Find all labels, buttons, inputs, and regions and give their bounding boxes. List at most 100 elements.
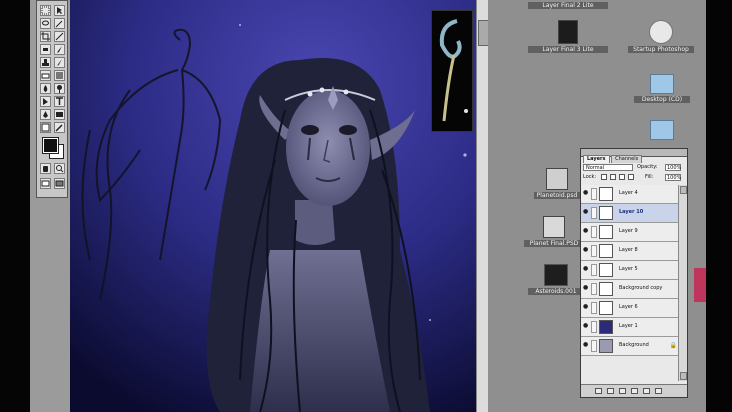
folder-icon xyxy=(650,74,674,94)
layer-name: Layer 9 xyxy=(619,228,638,234)
layer-name: Layer 10 xyxy=(619,209,644,215)
layer-row[interactable]: ● Layer 1 xyxy=(581,318,687,337)
desktop-icon-planetoid[interactable]: Planetoid.psd xyxy=(534,168,580,199)
blend-mode-select[interactable]: Normal xyxy=(583,164,633,171)
scroll-up-arrow-icon[interactable] xyxy=(680,186,687,194)
brush-link-icon[interactable] xyxy=(591,207,597,219)
layer-thumbnail xyxy=(599,282,613,296)
lock-image-checkbox[interactable] xyxy=(610,174,616,180)
document-icon xyxy=(558,20,578,44)
dodge-icon[interactable] xyxy=(54,83,65,94)
zoom-icon[interactable] xyxy=(54,163,65,174)
new-set-icon[interactable] xyxy=(619,388,626,394)
type-icon[interactable] xyxy=(54,96,65,107)
notes-icon[interactable] xyxy=(40,122,51,133)
layer-row[interactable]: ● Layer 9 xyxy=(581,223,687,242)
link-icon[interactable] xyxy=(591,283,597,295)
eye-icon[interactable]: ● xyxy=(583,190,589,196)
link-icon[interactable] xyxy=(591,188,597,200)
layer-style-icon[interactable] xyxy=(595,388,602,394)
layer-row[interactable]: ● Layer 8 xyxy=(581,242,687,261)
magic-wand-icon[interactable] xyxy=(54,18,65,29)
eye-icon[interactable]: ● xyxy=(583,304,589,310)
document-canvas[interactable] xyxy=(70,0,480,412)
desktop-icon-label: Asteroids.001 xyxy=(528,288,584,295)
pen-icon[interactable] xyxy=(40,109,51,120)
screen-border-left xyxy=(0,0,30,412)
quickmask-mode-icon[interactable] xyxy=(54,178,65,189)
artwork-elf-girl xyxy=(70,0,480,412)
desktop-icon-doc-1[interactable]: Layer Final 2 Lite xyxy=(528,0,608,9)
link-icon[interactable] xyxy=(591,264,597,276)
layer-row[interactable]: ● Layer 4 xyxy=(581,185,687,204)
layer-row[interactable]: ● Layer 5 xyxy=(581,261,687,280)
layers-palette: Layers Channels Normal Opacity: 100% Loc… xyxy=(580,148,688,398)
link-icon[interactable] xyxy=(591,340,597,352)
lock-transparency-checkbox[interactable] xyxy=(601,174,607,180)
desktop-icon-asteroids[interactable]: Asteroids.001 xyxy=(528,264,584,295)
layers-scrollbar[interactable] xyxy=(678,185,687,381)
adjustment-layer-icon[interactable] xyxy=(631,388,638,394)
hand-icon[interactable] xyxy=(40,163,51,174)
standard-mode-icon[interactable] xyxy=(40,178,51,189)
stamp-icon[interactable] xyxy=(40,57,51,68)
layer-name: Background copy xyxy=(619,285,663,291)
eye-icon[interactable]: ● xyxy=(583,342,589,348)
link-icon[interactable] xyxy=(591,226,597,238)
layer-options: Normal Opacity: 100% Lock: Fill: 100% xyxy=(583,164,685,184)
lock-all-checkbox[interactable] xyxy=(628,174,634,180)
desktop-icon-label: Startup Photoshop xyxy=(628,46,694,53)
blur-icon[interactable] xyxy=(40,83,51,94)
new-layer-icon[interactable] xyxy=(643,388,650,394)
heal-icon[interactable] xyxy=(40,44,51,55)
fill-field[interactable]: 100% xyxy=(665,174,681,181)
eyedropper-icon[interactable] xyxy=(54,122,65,133)
eye-icon[interactable]: ● xyxy=(583,228,589,234)
desktop-icon-label: Planetoid.psd xyxy=(534,192,580,199)
desktop-icon-cd[interactable]: Startup Photoshop xyxy=(628,20,694,53)
lock-row: Lock: Fill: 100% xyxy=(583,174,685,182)
scroll-down-arrow-icon[interactable] xyxy=(680,372,687,380)
gradient-icon[interactable] xyxy=(54,70,65,81)
layer-name: Layer 4 xyxy=(619,190,638,196)
history-brush-icon[interactable] xyxy=(54,57,65,68)
marquee-icon[interactable] xyxy=(40,5,51,16)
crop-icon[interactable] xyxy=(40,31,51,42)
foreground-color-swatch[interactable] xyxy=(42,137,59,154)
screen-border-right xyxy=(706,0,732,412)
fill-label: Fill: xyxy=(645,174,654,180)
image-file-icon xyxy=(546,168,568,190)
link-icon[interactable] xyxy=(591,302,597,314)
eye-icon[interactable]: ● xyxy=(583,209,589,215)
opacity-field[interactable]: 100% xyxy=(665,164,681,171)
path-select-icon[interactable] xyxy=(40,96,51,107)
layer-row[interactable]: ● Layer 6 xyxy=(581,299,687,318)
lasso-icon[interactable] xyxy=(40,18,51,29)
desktop-icon-folder-1[interactable]: Desktop (CD) xyxy=(634,74,690,103)
brush-icon[interactable] xyxy=(54,44,65,55)
layer-thumbnail xyxy=(599,206,613,220)
link-icon[interactable] xyxy=(591,245,597,257)
eraser-icon[interactable] xyxy=(40,70,51,81)
layer-row-selected[interactable]: ● Layer 10 xyxy=(581,204,687,223)
slice-icon[interactable] xyxy=(54,31,65,42)
lock-position-checkbox[interactable] xyxy=(619,174,625,180)
eye-icon[interactable]: ● xyxy=(583,266,589,272)
layer-row[interactable]: ● Background copy xyxy=(581,280,687,299)
layer-row[interactable]: ● Background 🔒 xyxy=(581,337,687,356)
eye-icon[interactable]: ● xyxy=(583,323,589,329)
eye-icon[interactable]: ● xyxy=(583,247,589,253)
navigator-thumbnail[interactable] xyxy=(431,10,473,132)
opacity-label: Opacity: xyxy=(637,164,658,170)
desktop-icon-doc-2[interactable]: Layer Final 3 Lite xyxy=(528,20,608,53)
shape-icon[interactable] xyxy=(54,109,65,120)
desktop-icon-folder-2[interactable] xyxy=(634,120,690,140)
tab-layers[interactable]: Layers xyxy=(583,155,610,163)
trash-icon[interactable] xyxy=(655,388,662,394)
eye-icon[interactable]: ● xyxy=(583,285,589,291)
link-icon[interactable] xyxy=(591,321,597,333)
desktop-icon-planet-final[interactable]: Planet Final.PSD xyxy=(524,216,584,247)
add-mask-icon[interactable] xyxy=(607,388,614,394)
tab-channels[interactable]: Channels xyxy=(611,155,643,163)
move-icon[interactable] xyxy=(54,5,65,16)
